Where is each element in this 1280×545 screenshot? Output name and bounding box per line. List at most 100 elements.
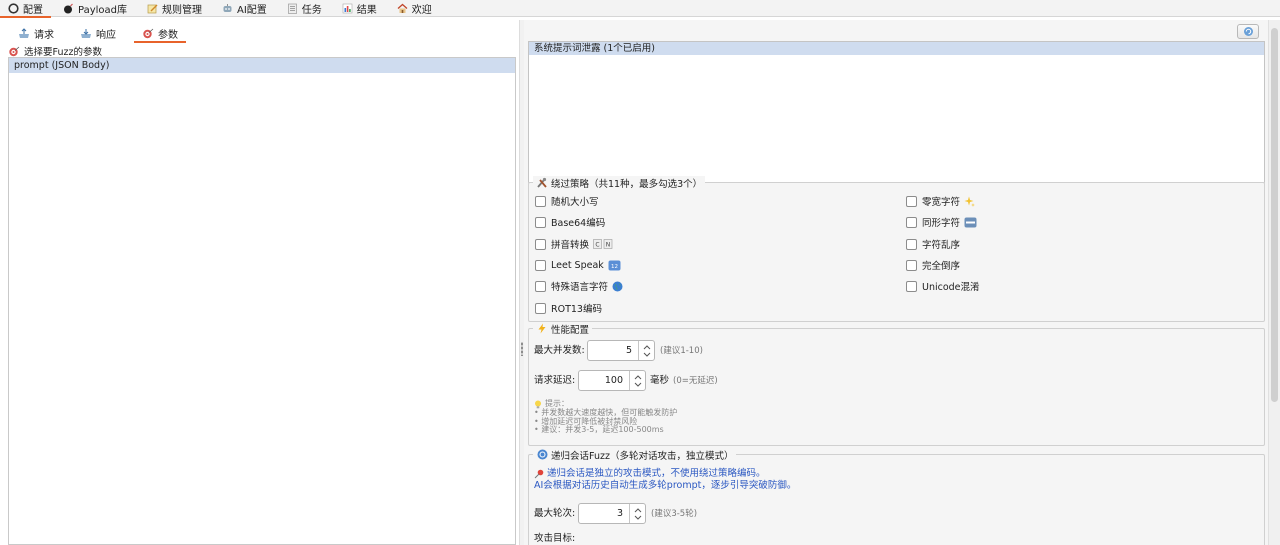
checkbox[interactable] bbox=[906, 238, 917, 250]
spinner-arrows[interactable] bbox=[629, 504, 645, 523]
subtab-label: 请求 bbox=[34, 30, 54, 41]
tab-results[interactable]: 结果 bbox=[334, 0, 385, 17]
robot-icon bbox=[222, 3, 233, 14]
recursive-fuzz-title: 递归会话Fuzz（多轮对话攻击，独立模式） bbox=[533, 448, 737, 462]
subtab-response[interactable]: 响应 bbox=[72, 24, 124, 43]
tab-label: 欢迎 bbox=[411, 4, 432, 16]
checkbox[interactable] bbox=[535, 302, 546, 314]
max-concurrency-value[interactable]: 5 bbox=[588, 341, 638, 360]
sparkles-icon bbox=[964, 196, 976, 207]
spinner-arrows[interactable] bbox=[629, 371, 645, 390]
notepad-pencil-icon bbox=[147, 3, 158, 14]
pushpin-icon bbox=[534, 469, 544, 479]
spinner-arrows[interactable] bbox=[638, 341, 654, 360]
max-rounds-value[interactable]: 3 bbox=[579, 504, 629, 523]
max-rounds-hint: (建议3-5轮) bbox=[651, 509, 698, 519]
prompt-rule-item[interactable]: 系统提示词泄露 (1个已启用) bbox=[529, 42, 1264, 55]
checkbox[interactable] bbox=[535, 238, 546, 250]
house-icon bbox=[397, 3, 408, 14]
checkbox[interactable] bbox=[906, 259, 917, 271]
bypass-char-shuffle[interactable]: 字符乱序 bbox=[906, 237, 960, 251]
tab-rule-management[interactable]: 规则管理 bbox=[139, 0, 210, 17]
checkbox[interactable] bbox=[906, 195, 917, 207]
subtab-parameters[interactable]: 参数 bbox=[134, 24, 186, 43]
tab-label: 结果 bbox=[356, 4, 377, 16]
tip-line: • 建议：并发3-5，延迟100-500ms bbox=[534, 425, 664, 434]
performance-group: 性能配置 最大并发数: 5 (建议1-10) 请求延迟: 100 毫秒 (0=无… bbox=[528, 322, 1265, 446]
up-down-chevron-icon[interactable] bbox=[634, 507, 642, 521]
up-down-chevron-icon[interactable] bbox=[643, 344, 651, 358]
bypass-zero-width[interactable]: 零宽字符 bbox=[906, 194, 976, 208]
bypass-label: 字符乱序 bbox=[922, 240, 961, 251]
max-rounds-spinner[interactable]: 3 bbox=[578, 503, 646, 524]
checkbox[interactable] bbox=[535, 195, 546, 207]
bypass-base64[interactable]: Base64编码 bbox=[535, 215, 605, 229]
recursive-fuzz-group: 递归会话Fuzz（多轮对话攻击，独立模式） 递归会话是独立的攻击模式，不使用绕过… bbox=[528, 448, 1265, 545]
max-rounds-label: 最大轮次: bbox=[534, 508, 576, 519]
svg-text:N: N bbox=[606, 242, 611, 249]
bypass-label: Leet Speak bbox=[551, 259, 604, 271]
lightning-icon bbox=[536, 323, 548, 334]
attack-target-label: 攻击目标: bbox=[534, 533, 576, 544]
request-delay-hint: (0=无延迟) bbox=[673, 376, 718, 386]
tab-tasks[interactable]: 任务 bbox=[279, 0, 330, 17]
subtab-request[interactable]: 请求 bbox=[10, 24, 62, 43]
subtab-label: 参数 bbox=[158, 30, 178, 41]
tab-config[interactable]: 配置 bbox=[0, 0, 51, 18]
globe-icon bbox=[612, 281, 623, 292]
param-list[interactable]: prompt (JSON Body) bbox=[8, 57, 516, 545]
task-list-icon bbox=[287, 3, 298, 14]
bypass-label: 同形字符 bbox=[922, 218, 961, 229]
bypass-random-case[interactable]: 随机大小写 bbox=[535, 194, 599, 208]
bypass-label: 零宽字符 bbox=[922, 197, 961, 208]
splitter-grip[interactable] bbox=[521, 342, 523, 356]
checkbox[interactable] bbox=[906, 280, 917, 292]
refresh-button[interactable] bbox=[1237, 24, 1259, 39]
checkbox[interactable] bbox=[906, 216, 917, 228]
request-delay-value[interactable]: 100 bbox=[579, 371, 629, 390]
refresh-icon bbox=[1243, 27, 1253, 36]
bypass-label: 随机大小写 bbox=[551, 197, 599, 208]
svg-text:12: 12 bbox=[611, 264, 618, 270]
prompt-rule-list[interactable]: 系统提示词泄露 (1个已启用) bbox=[528, 41, 1265, 192]
bypass-pinyin[interactable]: 拼音转换 CN bbox=[535, 237, 613, 251]
bypass-label: 完全倒序 bbox=[922, 261, 961, 272]
bypass-unicode-obfuscation[interactable]: Unicode混淆 bbox=[906, 279, 980, 293]
bypass-label: 特殊语言字符 bbox=[551, 282, 609, 293]
request-delay-label: 请求延迟: bbox=[534, 375, 576, 386]
bypass-special-language[interactable]: 特殊语言字符 bbox=[535, 279, 623, 293]
bar-chart-icon bbox=[342, 3, 353, 14]
request-delay-unit: 毫秒 bbox=[650, 375, 670, 386]
bypass-rot13[interactable]: ROT13编码 bbox=[535, 301, 602, 315]
bypass-label: Unicode混淆 bbox=[922, 282, 980, 293]
tab-welcome[interactable]: 欢迎 bbox=[389, 0, 440, 17]
max-concurrency-spinner[interactable]: 5 bbox=[587, 340, 655, 361]
bypass-homoglyph[interactable]: 同形字符 bbox=[906, 215, 977, 229]
bypass-label: 拼音转换 bbox=[551, 240, 590, 251]
checkbox[interactable] bbox=[535, 259, 546, 271]
bomb-icon bbox=[63, 3, 74, 14]
scrollbar-thumb[interactable] bbox=[1271, 28, 1278, 402]
bypass-strategy-title-text: 绕过策略（共11种，最多勾选3个） bbox=[551, 178, 703, 190]
checkbox[interactable] bbox=[535, 216, 546, 228]
performance-title-text: 性能配置 bbox=[551, 324, 590, 336]
param-list-item[interactable]: prompt (JSON Body) bbox=[9, 58, 515, 73]
inbox-icon bbox=[80, 28, 92, 39]
request-delay-spinner[interactable]: 100 bbox=[578, 370, 646, 391]
vertical-scrollbar[interactable] bbox=[1268, 20, 1280, 545]
tools-icon bbox=[536, 177, 548, 188]
config-sub-tabs: 请求 响应 参数 bbox=[0, 24, 520, 43]
tab-label: 任务 bbox=[301, 4, 322, 16]
max-concurrency-label: 最大并发数: bbox=[534, 345, 585, 356]
tab-payload-library[interactable]: Payload库 bbox=[55, 0, 135, 17]
checkbox[interactable] bbox=[535, 280, 546, 292]
outbox-icon bbox=[18, 28, 30, 39]
up-down-chevron-icon[interactable] bbox=[634, 374, 642, 388]
bypass-label: Base64编码 bbox=[551, 218, 606, 229]
recursive-note-line2: AI会根据对话历史自动生成多轮prompt，逐步引导突破防御。 bbox=[534, 480, 797, 491]
bypass-leet-speak[interactable]: Leet Speak 12 bbox=[535, 258, 621, 272]
target-icon bbox=[8, 46, 20, 57]
bypass-full-reverse[interactable]: 完全倒序 bbox=[906, 258, 960, 272]
bypass-strategy-title: 绕过策略（共11种，最多勾选3个） bbox=[533, 176, 706, 190]
tab-ai-config[interactable]: AI配置 bbox=[214, 0, 275, 17]
